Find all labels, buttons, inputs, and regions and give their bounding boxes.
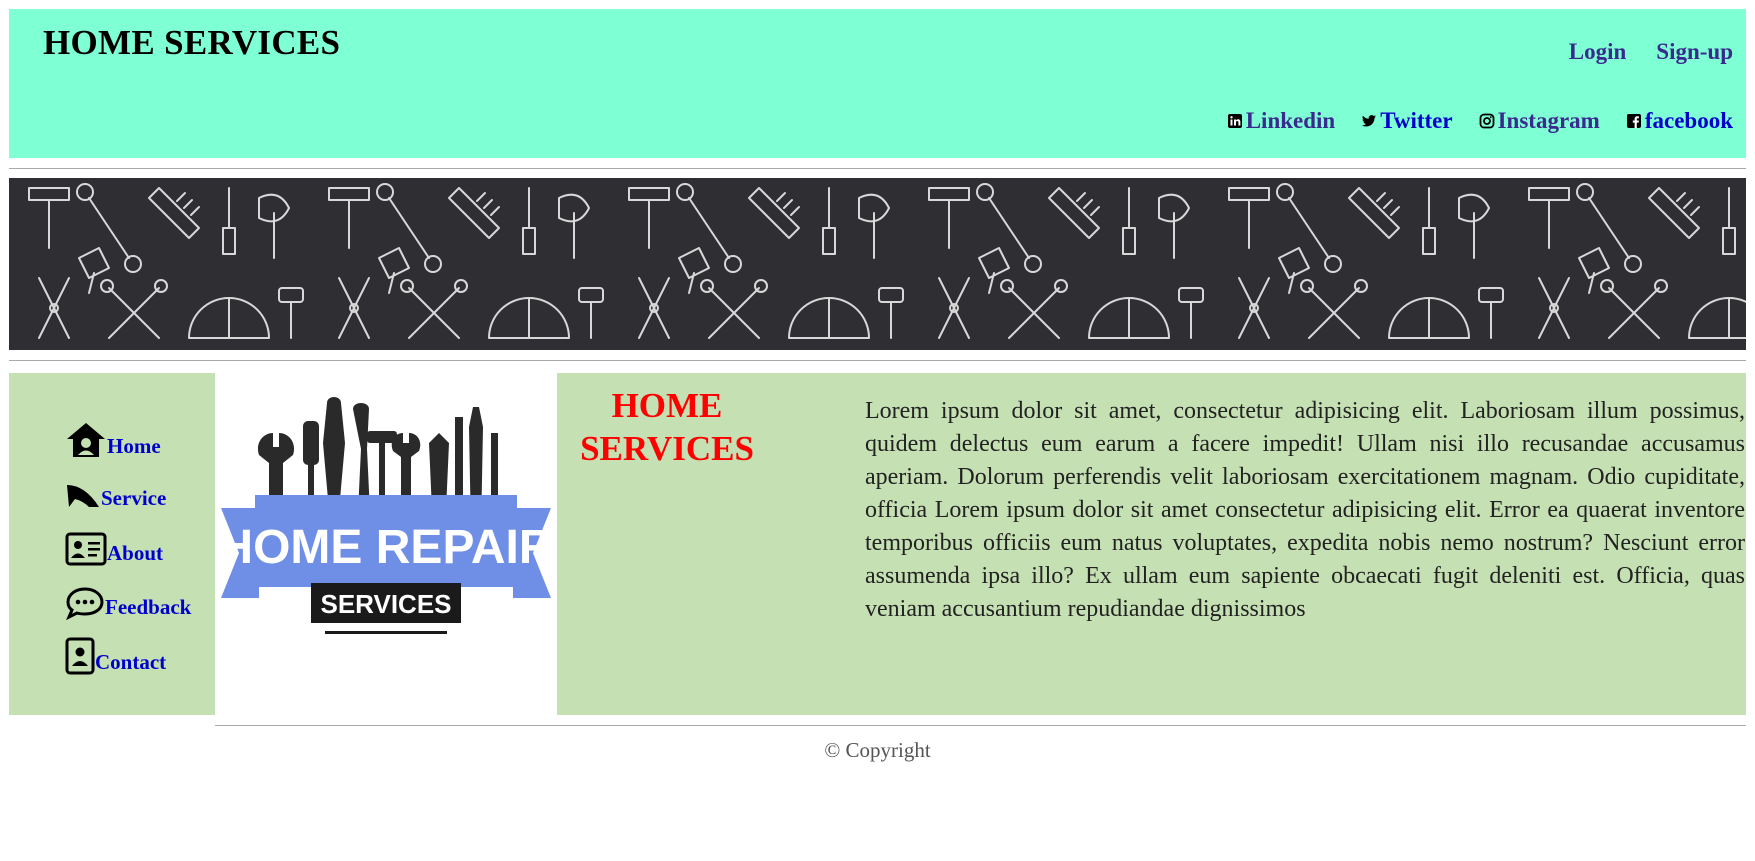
- tools-pattern-banner: [9, 178, 1746, 350]
- social-link-twitter[interactable]: Twitter: [1361, 108, 1453, 134]
- signup-link[interactable]: Sign-up: [1656, 39, 1733, 65]
- site-title: HOME SERVICES: [43, 23, 341, 62]
- copyright-text: © Copyright: [824, 738, 931, 762]
- sidebar-item-home[interactable]: Home: [65, 421, 161, 459]
- twitter-icon: [1362, 115, 1377, 127]
- sidebar-item-label: Home: [107, 434, 161, 458]
- site-header: HOME SERVICES Login Sign-up Linkedin Twi…: [9, 9, 1746, 158]
- content-body: Lorem ipsum dolor sit amet, consectetur …: [865, 398, 1745, 622]
- home-repair-logo: HOME REPAIR SERVICES: [215, 373, 557, 715]
- tools-pattern: [9, 178, 1746, 350]
- content-title: HOME SERVICES: [577, 384, 757, 470]
- chat-bubble-icon: [66, 587, 104, 620]
- sidebar-item-about[interactable]: About: [65, 532, 163, 566]
- sidebar-item-label: Feedback: [105, 595, 192, 619]
- divider: [9, 168, 1746, 169]
- content-title-line1: HOME: [611, 386, 723, 425]
- footer-divider: [215, 725, 1746, 726]
- sidebar-item-contact[interactable]: Contact: [65, 637, 166, 675]
- social-label: Linkedin: [1245, 108, 1336, 133]
- auth-links: Login Sign-up: [1569, 39, 1733, 65]
- sidebar-item-feedback[interactable]: Feedback: [65, 586, 191, 620]
- social-label: facebook: [1644, 108, 1733, 133]
- id-card-icon: [65, 532, 107, 566]
- service-icon: [67, 485, 99, 507]
- social-label: Instagram: [1497, 108, 1600, 133]
- social-link-linkedin[interactable]: Linkedin: [1227, 108, 1336, 134]
- divider: [9, 360, 1746, 361]
- main-content: HOME SERVICES Lorem ipsum dolor sit amet…: [557, 373, 1746, 715]
- sidebar-nav: Home Service About Feedback Contact: [9, 373, 215, 715]
- login-link[interactable]: Login: [1569, 39, 1627, 65]
- contact-card-icon: [65, 637, 95, 675]
- sidebar-item-label: Service: [101, 486, 167, 510]
- social-links: Linkedin Twitter Instagram facebook: [1227, 108, 1733, 134]
- house-icon: [67, 423, 105, 457]
- facebook-icon: [1626, 114, 1641, 128]
- sidebar-item-service[interactable]: Service: [65, 481, 166, 511]
- sidebar-item-label: About: [107, 541, 164, 565]
- logo-subtitle: SERVICES: [320, 589, 451, 619]
- social-link-facebook[interactable]: facebook: [1626, 108, 1733, 134]
- social-label: Twitter: [1380, 108, 1453, 133]
- linkedin-icon: [1227, 114, 1242, 128]
- content-title-line2: SERVICES: [580, 429, 754, 468]
- instagram-icon: [1479, 113, 1494, 129]
- tools-logo-icon: HOME REPAIR SERVICES: [218, 397, 554, 634]
- logo-title: HOME REPAIR: [218, 521, 553, 574]
- social-link-instagram[interactable]: Instagram: [1479, 108, 1600, 134]
- sidebar-item-label: Contact: [95, 650, 167, 674]
